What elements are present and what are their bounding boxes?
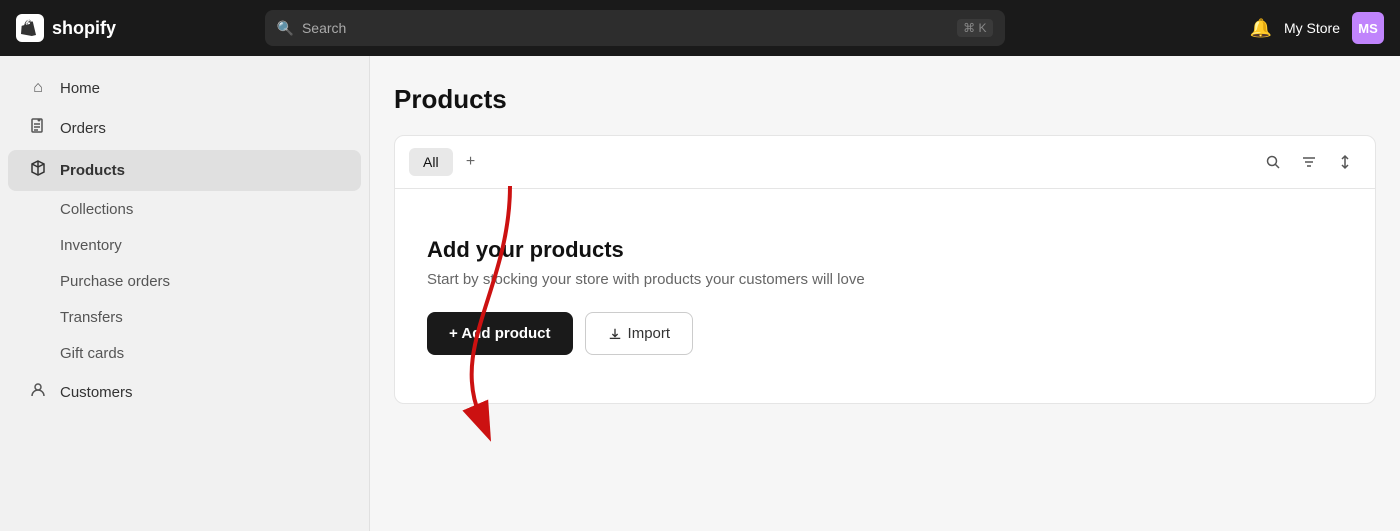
search-input[interactable] xyxy=(302,20,949,36)
empty-state-description: Start by stocking your store with produc… xyxy=(427,271,865,288)
store-name[interactable]: My Store xyxy=(1284,20,1340,36)
search-icon: 🔍 xyxy=(277,20,294,37)
keyboard-hint: ⌘ K xyxy=(957,19,992,37)
orders-icon xyxy=(28,118,48,139)
sidebar-item-purchase-orders-label: Purchase orders xyxy=(60,273,170,290)
filter-action-button[interactable] xyxy=(1293,146,1325,178)
page-title: Products xyxy=(394,84,1376,115)
tab-actions xyxy=(1257,146,1361,178)
sidebar-item-orders[interactable]: Orders xyxy=(8,108,361,149)
tab-all[interactable]: All xyxy=(409,148,453,176)
home-icon: ⌂ xyxy=(28,79,48,97)
sidebar-item-collections-label: Collections xyxy=(60,201,133,218)
sidebar-item-collections[interactable]: Collections xyxy=(8,192,361,227)
logo-text: shopify xyxy=(52,18,116,39)
import-button-label: Import xyxy=(628,325,671,342)
sidebar-item-gift-cards-label: Gift cards xyxy=(60,345,124,362)
sidebar-item-orders-label: Orders xyxy=(60,120,106,137)
sidebar-item-gift-cards[interactable]: Gift cards xyxy=(8,336,361,371)
sort-action-button[interactable] xyxy=(1329,146,1361,178)
topbar: shopify 🔍 ⌘ K 🔔 My Store MS xyxy=(0,0,1400,56)
sidebar-item-inventory[interactable]: Inventory xyxy=(8,228,361,263)
sidebar-item-home[interactable]: ⌂ Home xyxy=(8,69,361,107)
avatar[interactable]: MS xyxy=(1352,12,1384,44)
products-icon xyxy=(28,160,48,181)
logo-area[interactable]: shopify xyxy=(16,14,136,42)
bell-icon[interactable]: 🔔 xyxy=(1250,18,1272,39)
import-button[interactable]: Import xyxy=(585,312,694,355)
card-tabs: All + xyxy=(395,136,1375,189)
sidebar-item-customers-label: Customers xyxy=(60,384,133,401)
sidebar: ⌂ Home Orders Products Collections Inven… xyxy=(0,56,370,531)
shopify-logo-icon xyxy=(16,14,44,42)
sidebar-item-products-label: Products xyxy=(60,162,125,179)
sidebar-item-transfers[interactable]: Transfers xyxy=(8,300,361,335)
search-bar[interactable]: 🔍 ⌘ K xyxy=(265,10,1005,46)
layout: ⌂ Home Orders Products Collections Inven… xyxy=(0,56,1400,531)
sidebar-item-inventory-label: Inventory xyxy=(60,237,122,254)
sidebar-item-products[interactable]: Products xyxy=(8,150,361,191)
sidebar-item-transfers-label: Transfers xyxy=(60,309,123,326)
add-product-button[interactable]: + Add product xyxy=(427,312,573,355)
customers-icon xyxy=(28,382,48,403)
sidebar-item-home-label: Home xyxy=(60,80,100,97)
main-wrapper: Products All + xyxy=(370,56,1400,531)
topbar-right: 🔔 My Store MS xyxy=(1250,12,1384,44)
tab-add-button[interactable]: + xyxy=(457,148,485,176)
main-content: Products All + xyxy=(370,56,1400,531)
search-action-button[interactable] xyxy=(1257,146,1289,178)
sidebar-item-customers[interactable]: Customers xyxy=(8,372,361,413)
empty-state-title: Add your products xyxy=(427,237,624,263)
sidebar-item-purchase-orders[interactable]: Purchase orders xyxy=(8,264,361,299)
products-card: All + Add your p xyxy=(394,135,1376,404)
empty-state-actions: + Add product Import xyxy=(427,312,693,355)
empty-state: Add your products Start by stocking your… xyxy=(395,189,1375,403)
